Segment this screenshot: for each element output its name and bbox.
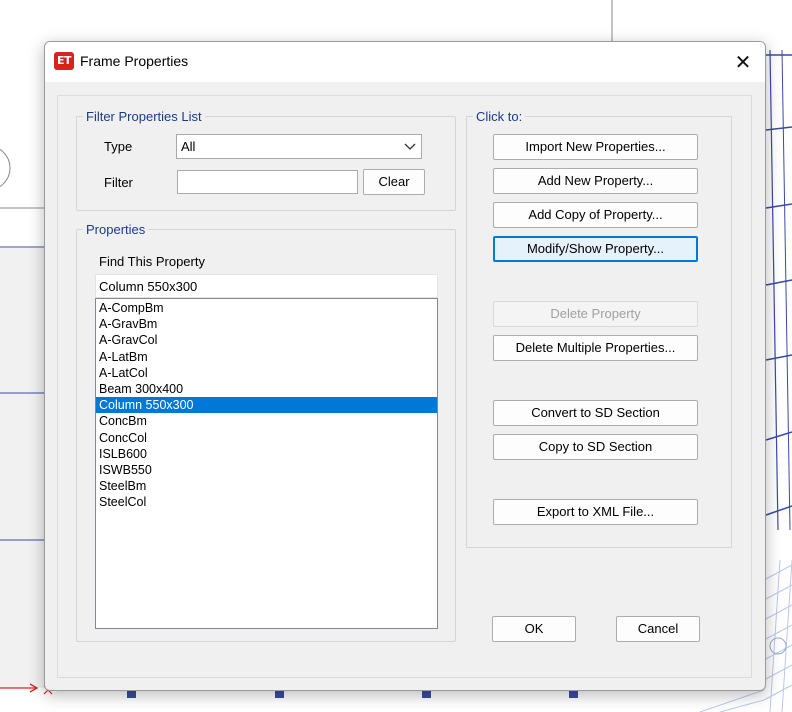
- click-to-group-legend: Click to:: [476, 109, 523, 124]
- delete-property-button[interactable]: Delete Property: [493, 301, 698, 327]
- property-list-item[interactable]: ConcBm: [96, 413, 437, 429]
- property-list-item[interactable]: A-GravCol: [96, 332, 437, 348]
- add-copy-of-property-button[interactable]: Add Copy of Property...: [493, 202, 698, 228]
- close-icon[interactable]: ✕: [721, 42, 765, 82]
- type-dropdown-value: All: [181, 139, 196, 154]
- property-list-item[interactable]: Column 550x300: [96, 397, 437, 414]
- properties-group-legend: Properties: [86, 222, 146, 237]
- find-property-label: Find This Property: [99, 254, 205, 269]
- properties-list: A-CompBm A-GravBm A-GravCol A-LatBm A-LatCol…: [96, 299, 437, 510]
- filter-properties-group: Filter Properties List: [76, 109, 456, 211]
- property-list-item[interactable]: A-GravBm: [96, 316, 437, 332]
- chevron-down-icon: [404, 143, 416, 150]
- import-new-properties-button[interactable]: Import New Properties...: [493, 134, 698, 160]
- property-list-item[interactable]: SteelCol: [96, 494, 437, 510]
- property-list-item[interactable]: SteelBm: [96, 478, 437, 494]
- property-list-item[interactable]: ConcCol: [96, 430, 437, 446]
- clear-button[interactable]: Clear: [363, 169, 425, 195]
- convert-to-sd-section-button[interactable]: Convert to SD Section: [493, 400, 698, 426]
- etabs-app-icon: ET: [54, 52, 74, 70]
- find-property-input[interactable]: Column 550x300: [95, 274, 438, 298]
- property-list-item[interactable]: Beam 300x400: [96, 381, 437, 397]
- property-list-item[interactable]: ISWB550: [96, 462, 437, 478]
- property-list-item[interactable]: A-LatBm: [96, 349, 437, 365]
- type-label: Type: [104, 139, 133, 154]
- filter-group-legend: Filter Properties List: [86, 109, 202, 124]
- frame-properties-dialog: ET Frame Properties ✕ Filter Properties …: [44, 41, 766, 691]
- ok-button[interactable]: OK: [492, 616, 576, 642]
- add-new-property-button[interactable]: Add New Property...: [493, 168, 698, 194]
- filter-label: Filter: [104, 175, 133, 190]
- property-list-item[interactable]: ISLB600: [96, 446, 437, 462]
- copy-to-sd-section-button[interactable]: Copy to SD Section: [493, 434, 698, 460]
- filter-input[interactable]: [177, 170, 358, 194]
- type-dropdown[interactable]: All: [176, 134, 422, 159]
- property-list-item[interactable]: A-LatCol: [96, 365, 437, 381]
- title-bar[interactable]: ET Frame Properties ✕: [45, 42, 765, 82]
- property-list-item[interactable]: A-CompBm: [96, 300, 437, 316]
- properties-listbox[interactable]: A-CompBm A-GravBm A-GravCol A-LatBm A-LatCol…: [95, 298, 438, 629]
- delete-multiple-properties-button[interactable]: Delete Multiple Properties...: [493, 335, 698, 361]
- cancel-button[interactable]: Cancel: [616, 616, 700, 642]
- dialog-title: Frame Properties: [80, 53, 189, 69]
- export-to-xml-file-button[interactable]: Export to XML File...: [493, 499, 698, 525]
- modify-show-property-button[interactable]: Modify/Show Property...: [493, 236, 698, 262]
